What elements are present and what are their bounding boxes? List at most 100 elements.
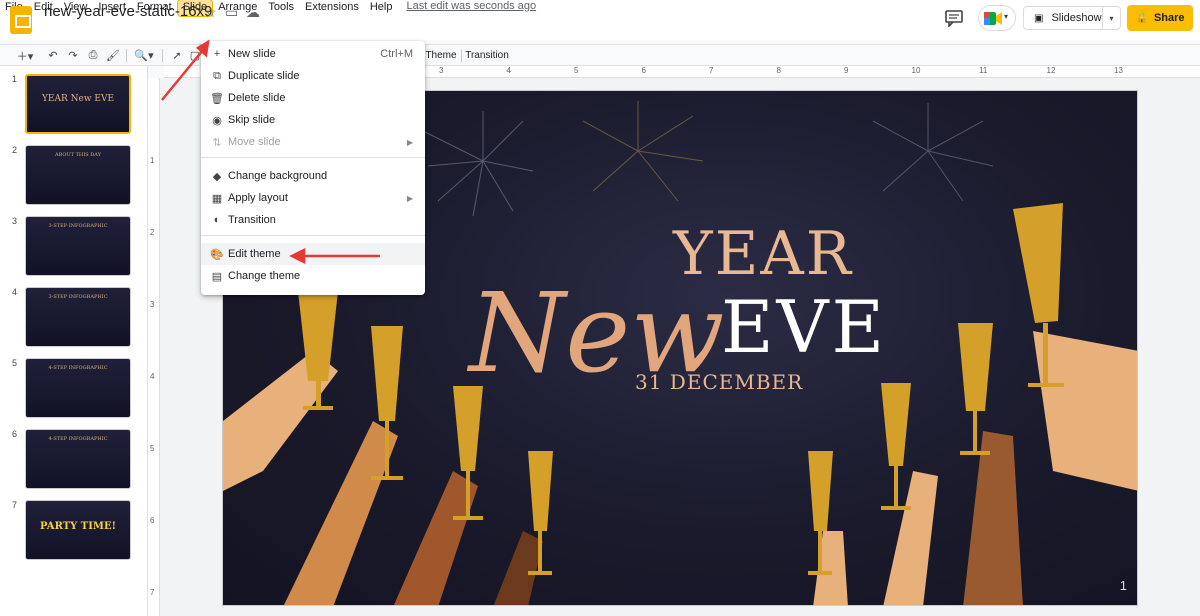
trash-icon: 🗑 xyxy=(210,92,224,105)
cloud-status-icon[interactable]: ☁ xyxy=(246,4,260,21)
firework-center xyxy=(582,101,704,202)
menu-item-delete-slide[interactable]: 🗑 Delete slide xyxy=(201,87,425,109)
slide-title-eve[interactable]: EVE xyxy=(721,285,887,369)
print-icon[interactable]: ⎙ xyxy=(84,47,102,64)
slide-number: 4 xyxy=(12,287,18,297)
ruler-mark: 1 xyxy=(150,156,155,165)
duplicate-icon: ⧉ xyxy=(213,69,221,82)
hand-4 xyxy=(493,531,543,605)
thumbnail-title: 3-STEP INFOGRAPHIC xyxy=(48,294,108,300)
ruler-mark: 2 xyxy=(150,228,155,237)
hand-6 xyxy=(883,471,938,605)
slide-number: 5 xyxy=(12,358,18,368)
menu-item-new-slide[interactable]: + New slide Ctrl+M xyxy=(201,43,425,65)
slide-menu-dropdown: + New slide Ctrl+M ⧉ Duplicate slide 🗑 Delete … xyxy=(201,41,425,295)
slide-thumbnail-2[interactable]: ABOUT THIS DAY xyxy=(25,145,131,205)
slide-thumbnail-5[interactable]: 4-STEP INFOGRAPHIC xyxy=(25,358,131,418)
slideshow-button[interactable]: ▣ Slideshow ▾ xyxy=(1023,6,1121,30)
ruler-mark: 5 xyxy=(150,444,155,453)
last-edit-link[interactable]: Last edit was seconds ago xyxy=(406,0,536,16)
undo-icon[interactable]: ↶ xyxy=(44,47,62,64)
ruler-mark: 4 xyxy=(506,66,511,75)
ruler-mark: 5 xyxy=(574,66,579,75)
ruler-mark: 7 xyxy=(150,588,155,597)
thumbnail-title: PARTY TIME! xyxy=(40,521,116,532)
menu-help[interactable]: Help xyxy=(365,0,398,16)
zoom-icon[interactable]: 🔍▾ xyxy=(130,47,158,64)
eye-icon: ◉ xyxy=(212,114,222,127)
slideshow-dropdown-chevron-icon[interactable]: ▾ xyxy=(1102,7,1120,29)
menu-item-label: Transition xyxy=(228,214,276,226)
slide-thumbnail-3[interactable]: 3-STEP INFOGRAPHIC xyxy=(25,216,131,276)
menu-item-label: New slide xyxy=(228,48,276,60)
slide-number: 3 xyxy=(12,216,18,226)
thumbnail-title: 4-STEP INFOGRAPHIC xyxy=(48,436,108,442)
comment-icon xyxy=(945,10,963,28)
star-icon[interactable]: ☆ xyxy=(204,4,217,21)
slide-number: 2 xyxy=(12,145,18,155)
ruler-mark: 7 xyxy=(709,66,714,75)
layout-icon: ▦ xyxy=(211,192,223,205)
ruler-mark: 3 xyxy=(150,300,155,309)
slide-thumbnail-7[interactable]: PARTY TIME! xyxy=(25,500,131,560)
menu-item-change-theme[interactable]: ▤ Change theme xyxy=(201,265,425,287)
theme-icon: ▤ xyxy=(211,270,223,283)
text-box-icon[interactable]: ▢ xyxy=(188,47,202,64)
hand-3 xyxy=(393,471,478,605)
slide-number: 1 xyxy=(12,74,18,84)
new-slide-plus-icon[interactable]: ＋▾ xyxy=(12,47,38,64)
menu-item-label: Skip slide xyxy=(228,114,276,126)
menu-separator xyxy=(201,235,425,236)
thumbnail-title: 3-STEP INFOGRAPHIC xyxy=(48,223,108,229)
menu-item-change-background[interactable]: ◆ Change background xyxy=(201,165,425,187)
slide-date[interactable]: 31 DECEMBER xyxy=(635,370,803,394)
submenu-arrow-icon: ▶ xyxy=(406,193,413,203)
slideshow-label: Slideshow xyxy=(1051,12,1102,24)
theme-button[interactable]: Theme xyxy=(424,47,458,64)
transition-button[interactable]: Transition xyxy=(465,47,509,64)
comment-history-button[interactable] xyxy=(944,9,966,28)
ruler-mark: 8 xyxy=(776,66,781,75)
slide-thumbnail-6[interactable]: 4-STEP INFOGRAPHIC xyxy=(25,429,131,489)
vertical-ruler: 1 2 3 4 5 6 7 xyxy=(148,78,160,616)
glass-6 xyxy=(881,383,911,510)
ruler-mark: 10 xyxy=(911,66,921,75)
menu-extensions[interactable]: Extensions xyxy=(300,0,364,16)
menu-item-duplicate-slide[interactable]: ⧉ Duplicate slide xyxy=(201,65,425,87)
menu-item-apply-layout[interactable]: ▦ Apply layout ▶ xyxy=(201,187,425,209)
menu-item-edit-theme[interactable]: 🎨 Edit theme xyxy=(201,243,425,265)
menu-tools[interactable]: Tools xyxy=(263,0,299,16)
submenu-arrow-icon: ▶ xyxy=(406,137,413,147)
firework-right xyxy=(872,103,994,202)
menu-item-label: Delete slide xyxy=(228,92,286,104)
menu-item-label: Edit theme xyxy=(228,248,281,260)
ruler-mark: 3 xyxy=(439,66,444,75)
move-to-folder-icon[interactable]: ▭ xyxy=(225,4,238,21)
menu-item-shortcut: Ctrl+M xyxy=(380,48,413,60)
slides-logo-icon[interactable] xyxy=(10,6,32,34)
ruler-mark: 9 xyxy=(844,66,849,75)
slide-page-number: 1 xyxy=(1119,578,1127,593)
slide-thumbnail-4[interactable]: 3-STEP INFOGRAPHIC xyxy=(25,287,131,347)
share-button[interactable]: 🔒 Share xyxy=(1127,5,1193,31)
slide-thumbnail-1[interactable]: YEAR New EVE xyxy=(25,74,131,134)
share-label: Share xyxy=(1153,12,1185,24)
thumbnail-title: YEAR New EVE xyxy=(41,94,115,104)
menu-item-skip-slide[interactable]: ◉ Skip slide xyxy=(201,109,425,131)
title-bar: new-year-eve-static-16x9 ☆ ▭ ☁ FileEditV… xyxy=(0,0,1200,40)
menu-item-label: Apply layout xyxy=(228,192,288,204)
menu-item-transition[interactable]: ◐ Transition xyxy=(201,209,425,231)
ruler-mark: 6 xyxy=(641,66,646,75)
hand-7 xyxy=(963,431,1023,605)
redo-icon[interactable]: ↷ xyxy=(64,47,82,64)
ruler-mark: 6 xyxy=(150,516,155,525)
meet-camera-icon xyxy=(984,12,1002,25)
palette-icon: 🎨 xyxy=(210,248,224,261)
meet-button[interactable]: ▾ xyxy=(978,5,1016,31)
menu-item-label: Duplicate slide xyxy=(228,70,300,82)
document-title[interactable]: new-year-eve-static-16x9 xyxy=(44,3,212,20)
hand-2 xyxy=(283,421,398,605)
paint-format-icon[interactable]: 🖌 xyxy=(104,47,122,64)
select-cursor-icon[interactable]: ➚ xyxy=(168,47,186,64)
slide-filmstrip: 1 YEAR New EVE 2 ABOUT THIS DAY 3 3-STEP… xyxy=(0,66,148,616)
